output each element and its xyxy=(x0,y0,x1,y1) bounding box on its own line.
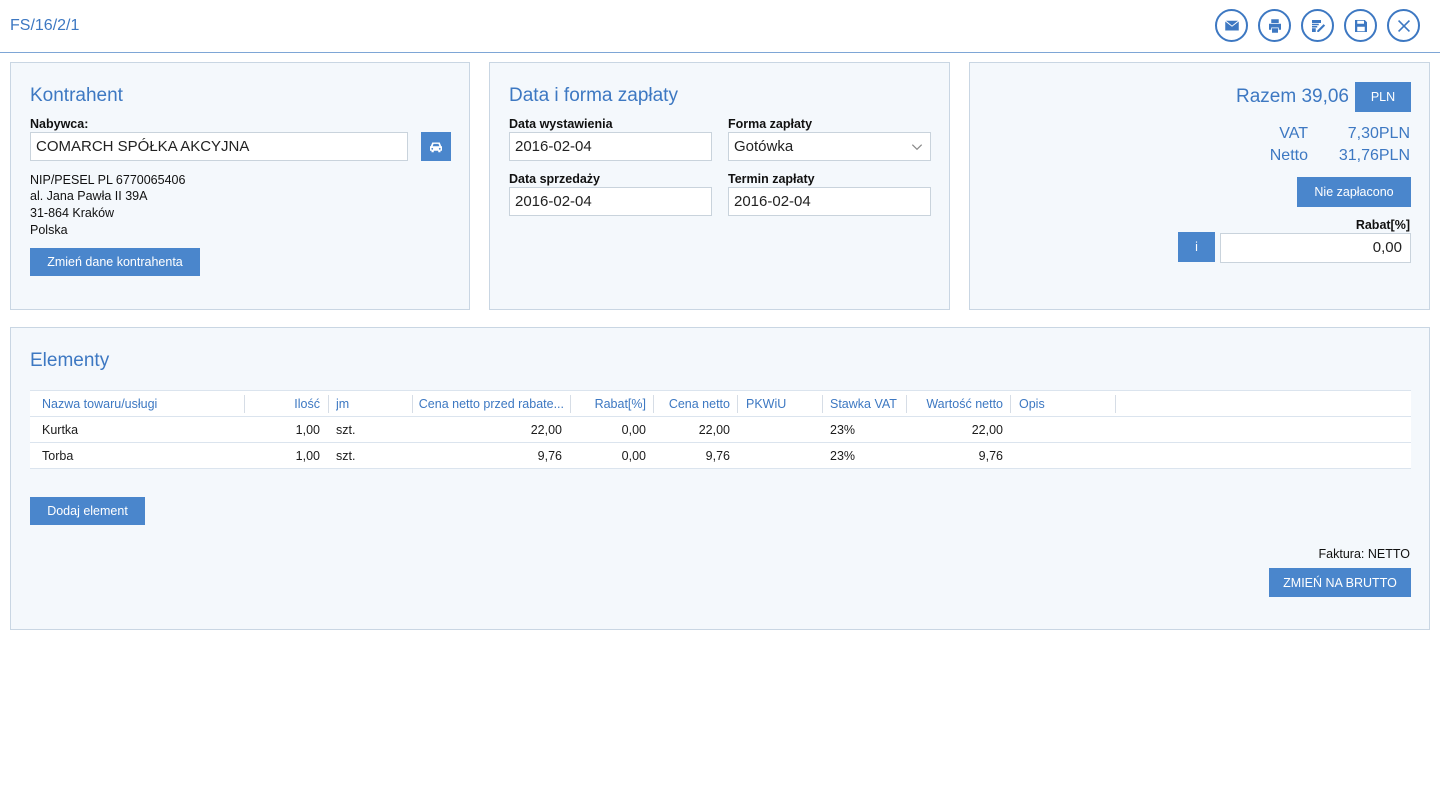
cell-description xyxy=(1019,417,1109,442)
summary-panel: Razem 39,06 PLN VAT 7,30PLN Netto 31,76P… xyxy=(969,62,1430,310)
print-button[interactable] xyxy=(1258,9,1291,42)
vat-label: VAT xyxy=(1279,125,1308,142)
send-mail-button[interactable] xyxy=(1215,9,1248,42)
cell-net-value: 22,00 xyxy=(971,422,1003,437)
elements-title: Elementy xyxy=(30,350,110,371)
col-net-value[interactable]: Wartość netto xyxy=(912,391,1003,416)
cell-pkwiu xyxy=(746,443,816,468)
mail-icon xyxy=(1224,20,1239,30)
sale-date-field[interactable]: 2016-02-04 xyxy=(509,187,712,216)
elements-table: Nazwa towaru/usługi Ilość jm Cena netto … xyxy=(30,390,1411,469)
close-button[interactable] xyxy=(1387,9,1420,42)
chevron-down-icon xyxy=(911,144,923,151)
cell-pkwiu xyxy=(746,417,816,442)
change-contractor-button[interactable]: Zmień dane kontrahenta xyxy=(30,248,200,276)
contractor-street: al. Jana Pawła II 39A xyxy=(30,189,148,203)
close-icon xyxy=(1397,19,1410,32)
cell-description xyxy=(1019,443,1109,468)
discount-label: Rabat[%] xyxy=(1355,218,1410,232)
table-row[interactable]: Kurtka 1,00 szt. 22,00 0,00 22,00 23% 22… xyxy=(30,417,1411,443)
col-description[interactable]: Opis xyxy=(1019,391,1109,416)
cell-net-price: 9,76 xyxy=(705,448,730,463)
payment-title: Data i forma zapłaty xyxy=(509,85,678,106)
cell-qty: 1,00 xyxy=(295,422,320,437)
table-row[interactable]: Torba 1,00 szt. 9,76 0,00 9,76 23% 9,76 xyxy=(30,443,1411,469)
invoice-type-label: Faktura: NETTO xyxy=(1318,547,1410,561)
col-discount[interactable]: Rabat[%] xyxy=(576,391,646,416)
save-button[interactable] xyxy=(1344,9,1377,42)
cell-unit: szt. xyxy=(336,422,356,437)
payment-form-label: Forma zapłaty xyxy=(728,117,813,131)
contractor-nip: NIP/PESEL PL 6770065406 xyxy=(30,173,186,187)
save-icon xyxy=(1354,19,1367,32)
switch-to-gross-button[interactable]: ZMIEŃ NA BRUTTO xyxy=(1269,568,1411,597)
cell-unit: szt. xyxy=(336,448,356,463)
net-label: Netto xyxy=(1269,147,1308,164)
cell-name: Torba xyxy=(42,448,74,463)
cell-discount: 0,00 xyxy=(621,422,646,437)
currency-button[interactable]: PLN xyxy=(1355,82,1411,112)
select-contractor-button[interactable] xyxy=(421,132,451,161)
cell-name: Kurtka xyxy=(42,422,79,437)
top-bar: FS/16/2/1 xyxy=(0,0,1440,53)
contractor-city: 31-864 Kraków xyxy=(30,206,115,220)
col-pkwiu[interactable]: PKWiU xyxy=(746,391,816,416)
edit-document-button[interactable] xyxy=(1301,9,1334,42)
elements-panel: Elementy Nazwa towaru/usługi Ilość jm Ce… xyxy=(10,327,1430,630)
cell-vat-rate: 23% xyxy=(830,422,856,437)
col-qty[interactable]: Ilość xyxy=(250,391,320,416)
cell-price-before: 9,76 xyxy=(537,448,562,463)
due-date-label: Termin zapłaty xyxy=(728,172,815,186)
cell-net-value: 9,76 xyxy=(978,448,1003,463)
discount-field[interactable]: 0,00 xyxy=(1220,233,1411,263)
contractor-country: Polska xyxy=(30,223,68,237)
issue-date-label: Data wystawienia xyxy=(509,117,613,131)
net-value: 31,76PLN xyxy=(1338,147,1410,164)
buyer-field[interactable]: COMARCH SPÓŁKA AKCYJNA xyxy=(30,132,408,161)
due-date-field[interactable]: 2016-02-04 xyxy=(728,187,931,216)
col-unit[interactable]: jm xyxy=(336,391,406,416)
total-label: Razem 39,06 xyxy=(1235,86,1349,107)
car-icon xyxy=(430,142,442,152)
payment-form-value: Gotówka xyxy=(734,138,794,155)
info-button[interactable]: i xyxy=(1178,232,1215,262)
cell-qty: 1,00 xyxy=(295,448,320,463)
col-vat-rate[interactable]: Stawka VAT xyxy=(830,391,905,416)
cell-price-before: 22,00 xyxy=(530,422,562,437)
print-icon xyxy=(1268,18,1281,33)
buyer-label: Nabywca: xyxy=(30,117,89,131)
edit-document-icon xyxy=(1311,19,1325,32)
vat-value: 7,30PLN xyxy=(1347,125,1410,142)
document-number: FS/16/2/1 xyxy=(10,17,80,34)
contractor-panel: Kontrahent Nabywca: COMARCH SPÓŁKA AKCYJ… xyxy=(10,62,470,310)
col-price-before[interactable]: Cena netto przed rabate... xyxy=(418,391,564,416)
cell-vat-rate: 23% xyxy=(830,448,856,463)
payment-form-select[interactable]: Gotówka xyxy=(728,132,931,161)
toolbar xyxy=(1215,9,1420,42)
cell-discount: 0,00 xyxy=(621,448,646,463)
payment-panel: Data i forma zapłaty Data wystawienia 20… xyxy=(489,62,950,310)
add-element-button[interactable]: Dodaj element xyxy=(30,497,145,525)
col-name[interactable]: Nazwa towaru/usługi xyxy=(42,391,242,416)
cell-net-price: 22,00 xyxy=(698,422,730,437)
table-header: Nazwa towaru/usługi Ilość jm Cena netto … xyxy=(30,390,1411,417)
issue-date-field[interactable]: 2016-02-04 xyxy=(509,132,712,161)
payment-status-button[interactable]: Nie zapłacono xyxy=(1297,177,1411,207)
contractor-title: Kontrahent xyxy=(30,85,123,106)
sale-date-label: Data sprzedaży xyxy=(509,172,601,186)
col-net-price[interactable]: Cena netto xyxy=(660,391,730,416)
